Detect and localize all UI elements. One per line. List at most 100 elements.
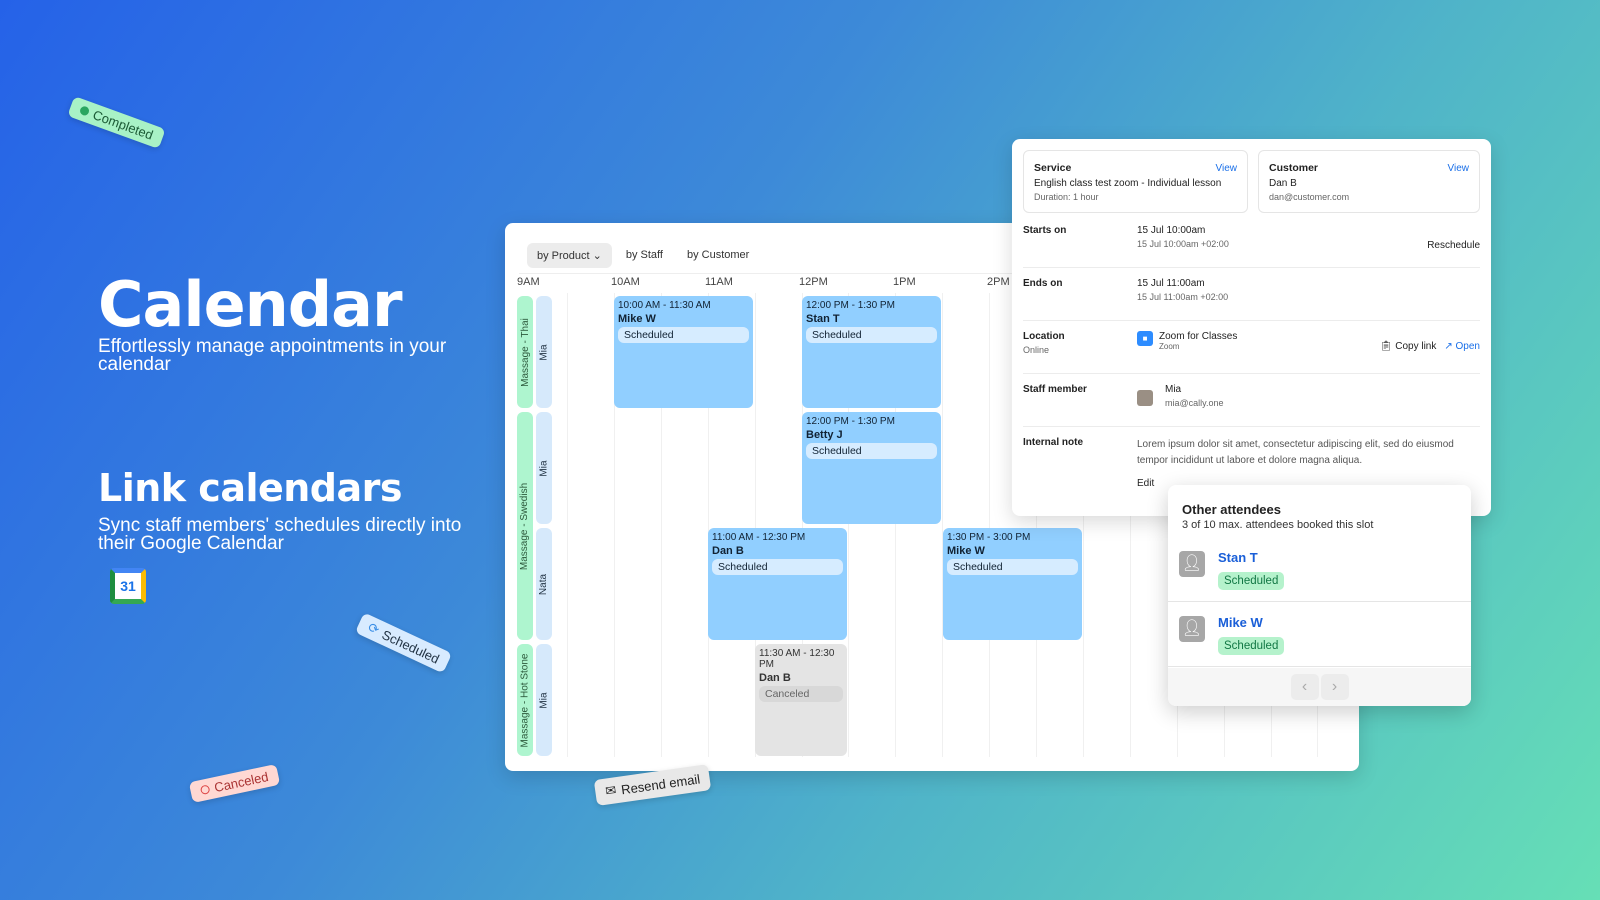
zoom-icon: ■ [1137,331,1153,346]
service-name: English class test zoom - Individual les… [1034,178,1222,189]
appointment-event[interactable]: 11:30 AM - 12:30 PM Dan B Canceled [755,644,847,756]
event-status: Scheduled [806,327,937,343]
staff-name: Mia [538,459,550,477]
grid-line [989,293,991,757]
google-calendar-icon: 31 [110,568,146,604]
scheduled-label: Scheduled [379,626,442,667]
note-text: Lorem ipsum dolor sit amet, consectetur … [1137,439,1454,466]
starts-row: Starts on 15 Jul 10:00am 15 Jul 10:00am +… [1023,215,1480,268]
attendee-name[interactable]: Stan T [1218,550,1258,565]
customer-card: Customer View Dan B dan@customer.com [1258,150,1480,213]
appointment-event[interactable]: 10:00 AM - 11:30 AM Mike W Scheduled [614,296,753,408]
location-row: Location Online ■ Zoom for Classes Zoom 📋︎ … [1023,321,1480,374]
event-time: 10:00 AM - 11:30 AM [618,300,711,311]
customer-name: Dan B [1269,178,1297,189]
hour-label: 9AM [517,276,540,288]
clipboard-icon: 📋︎ [1379,341,1393,352]
completed-label: Completed [90,107,156,143]
open-link-label: Open [1455,341,1480,352]
ends-row: Ends on 15 Jul 11:00am 15 Jul 11:00am +02… [1023,268,1480,321]
attendees-subtitle: 3 of 10 max. attendees booked this slot [1182,519,1374,531]
event-name: Dan B [759,672,791,684]
next-page-button[interactable]: › [1320,674,1349,700]
prev-page-button[interactable]: ‹ [1290,674,1319,700]
customer-label: Customer [1269,162,1319,174]
appointment-event[interactable]: 11:00 AM - 12:30 PM Dan B Scheduled [708,528,847,640]
link-calendars-title: Link calendars [98,466,403,510]
starts-sub: 15 Jul 10:00am +02:00 [1137,239,1229,249]
scheduled-sticker: ⟳ Scheduled [354,612,453,674]
event-status: Scheduled [806,443,937,459]
event-time: 11:00 AM - 12:30 PM [712,532,806,543]
canceled-label: Canceled [212,768,270,796]
tab-1[interactable]: by Staff [616,243,673,268]
user-icon: 👤︎ [1179,616,1205,642]
grid-line [567,293,568,757]
ends-sub: 15 Jul 11:00am +02:00 [1137,292,1229,302]
staff-email: mia@cally.one [1165,398,1224,408]
edit-note-button[interactable]: Edit [1137,478,1154,489]
starts-label: Starts on [1023,225,1067,236]
service-card: Service View English class test zoom - I… [1023,150,1248,213]
status-badge: Scheduled [1218,637,1285,655]
hour-label: 11AM [705,276,733,288]
mail-icon: ✉ [604,782,618,799]
note-label: Internal note [1023,437,1084,448]
cancel-dot-icon [199,784,211,796]
tab-2[interactable]: by Customer [677,243,759,268]
resend-label: Resend email [620,770,701,797]
event-time: 12:00 PM - 1:30 PM [806,300,895,311]
hour-label: 2PM [987,276,1010,288]
grid-line [942,293,944,757]
attendees-title: Other attendees [1182,502,1281,517]
status-badge: Scheduled [1218,572,1285,590]
staff-name: Mia [538,343,550,361]
hour-label: 12PM [799,276,828,288]
staff-row: Staff member Mia mia@cally.one [1023,374,1480,427]
reschedule-button[interactable]: Reschedule [1427,240,1480,251]
location-name: Zoom for Classes [1159,331,1238,342]
staff-label: Staff member [1023,384,1087,395]
customer-view-link[interactable]: View [1448,163,1470,174]
staff-name: Mia [538,691,550,709]
product-name: Massage - Hot Stone [519,653,531,747]
product-label: Massage - Hot Stone [517,644,533,756]
event-name: Mike W [618,313,656,325]
attendee-item[interactable]: 👤︎ Stan T Scheduled [1168,538,1471,602]
service-label: Service [1034,162,1072,174]
event-status: Canceled [759,686,843,702]
product-label: Massage - Swedish [517,412,533,640]
appointment-event[interactable]: 1:30 PM - 3:00 PM Mike W Scheduled [943,528,1082,640]
event-name: Betty J [806,429,843,441]
copy-link-button[interactable]: 📋︎ Copy link [1380,341,1437,352]
starts-value: 15 Jul 10:00am [1137,225,1206,236]
open-link-button[interactable]: ↗ Open [1444,341,1480,352]
hero-subtitle: Effortlessly manage appointments in your… [98,336,447,375]
status-dot-icon [78,105,91,117]
staff-label: Mia [536,412,552,524]
event-status: Scheduled [618,327,749,343]
staff-name: Nata [538,573,550,595]
event-time: 1:30 PM - 3:00 PM [947,532,1031,543]
service-duration: Duration: 1 hour [1034,192,1099,202]
appointment-detail-panel: Service View English class test zoom - I… [1012,139,1491,516]
ends-label: Ends on [1023,278,1063,289]
attendee-name[interactable]: Mike W [1218,615,1263,630]
location-provider: Zoom [1159,342,1180,351]
service-view-link[interactable]: View [1216,163,1238,174]
appointment-event[interactable]: 12:00 PM - 1:30 PM Betty J Scheduled [802,412,941,524]
attendee-item[interactable]: 👤︎ Mike W Scheduled [1168,603,1471,667]
completed-sticker: Completed [67,96,166,149]
appointment-event[interactable]: 12:00 PM - 1:30 PM Stan T Scheduled [802,296,941,408]
other-attendees-panel: Other attendees 3 of 10 max. attendees b… [1168,485,1471,706]
staff-avatar [1137,390,1153,406]
staff-label: Nata [536,528,552,640]
event-name: Mike W [947,545,985,557]
event-time: 12:00 PM - 1:30 PM [806,416,895,427]
tab-0[interactable]: by Product ⌄ [527,243,612,268]
product-name: Massage - Thai [519,317,531,387]
copy-link-label: Copy link [1395,341,1437,352]
staff-label: Mia [536,296,552,408]
hour-label: 1PM [893,276,916,288]
product-name: Massage - Swedish [519,482,531,570]
